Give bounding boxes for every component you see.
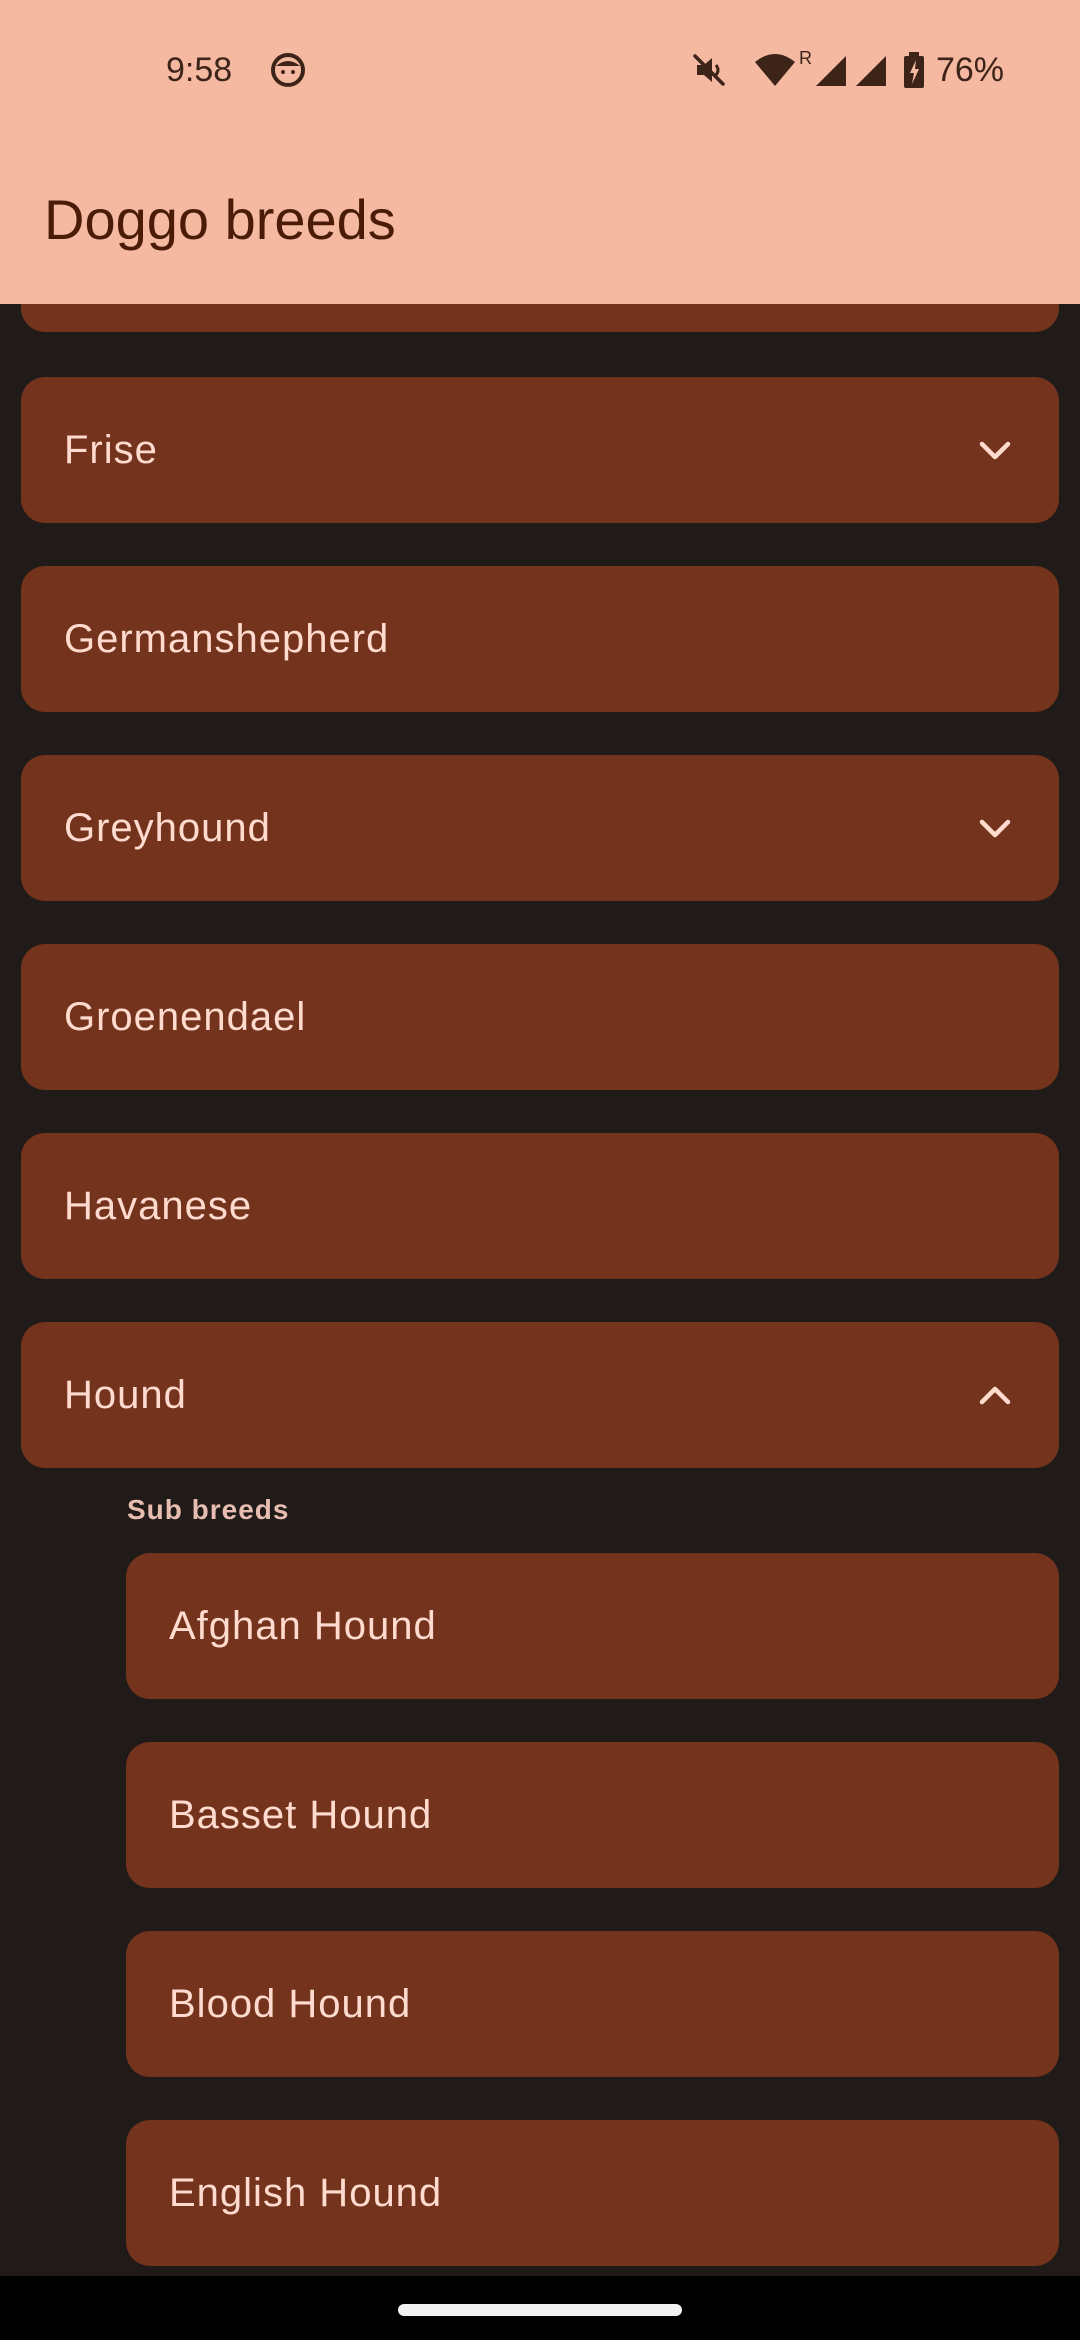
sub-breed-card-afghan-hound[interactable]: Afghan Hound bbox=[126, 1553, 1059, 1699]
navigation-bar bbox=[0, 2276, 1080, 2340]
breed-label: Frise bbox=[64, 428, 158, 472]
breed-card-frise[interactable]: Frise bbox=[21, 377, 1059, 523]
status-bar: 9:58 R 76% bbox=[0, 0, 1080, 140]
chevron-down-icon[interactable] bbox=[975, 808, 1015, 848]
home-gesture-handle[interactable] bbox=[398, 2304, 682, 2316]
breed-card-hound[interactable]: Hound bbox=[21, 1322, 1059, 1468]
page-title: Doggo breeds bbox=[44, 188, 396, 251]
chevron-down-icon[interactable] bbox=[975, 430, 1015, 470]
breed-list[interactable]: Frise Germanshepherd Greyhound Groenenda… bbox=[0, 0, 1080, 2276]
sub-breed-card-english-hound[interactable]: English Hound bbox=[126, 2120, 1059, 2266]
signal-icon-2 bbox=[855, 56, 886, 86]
android-face-icon bbox=[271, 53, 305, 87]
breed-label: Hound bbox=[64, 1373, 187, 1417]
sub-breed-card-basset-hound[interactable]: Basset Hound bbox=[126, 1742, 1059, 1888]
breed-card-groenendael[interactable]: Groenendael bbox=[21, 944, 1059, 1090]
roaming-indicator: R bbox=[798, 48, 812, 68]
battery-percent: 76% bbox=[935, 50, 1004, 89]
sub-breed-card-blood-hound[interactable]: Blood Hound bbox=[126, 1931, 1059, 2077]
sub-breed-label: Afghan Hound bbox=[169, 1604, 437, 1648]
top-app-bar: 9:58 R 76% Doggo breeds bbox=[0, 0, 1080, 304]
signal-icon bbox=[815, 56, 846, 86]
mute-icon bbox=[693, 54, 725, 86]
sub-breed-label: Basset Hound bbox=[169, 1793, 433, 1837]
breed-label: Groenendael bbox=[64, 995, 307, 1039]
breed-label: Greyhound bbox=[64, 806, 271, 850]
chevron-up-icon[interactable] bbox=[975, 1375, 1015, 1415]
sub-breed-label: English Hound bbox=[169, 2171, 443, 2215]
breed-label: Havanese bbox=[64, 1184, 253, 1228]
battery-charging-icon bbox=[903, 52, 924, 88]
breed-label: Germanshepherd bbox=[64, 617, 390, 661]
status-time: 9:58 bbox=[166, 51, 233, 89]
breed-card-havanese[interactable]: Havanese bbox=[21, 1133, 1059, 1279]
sub-breeds-header: Sub breeds bbox=[127, 1494, 290, 1525]
breed-card-greyhound[interactable]: Greyhound bbox=[21, 755, 1059, 901]
sub-breed-label: Blood Hound bbox=[169, 1982, 412, 2026]
wifi-icon bbox=[754, 54, 795, 86]
status-icons: R 76% bbox=[689, 46, 1004, 94]
breed-card-germanshepherd[interactable]: Germanshepherd bbox=[21, 566, 1059, 712]
